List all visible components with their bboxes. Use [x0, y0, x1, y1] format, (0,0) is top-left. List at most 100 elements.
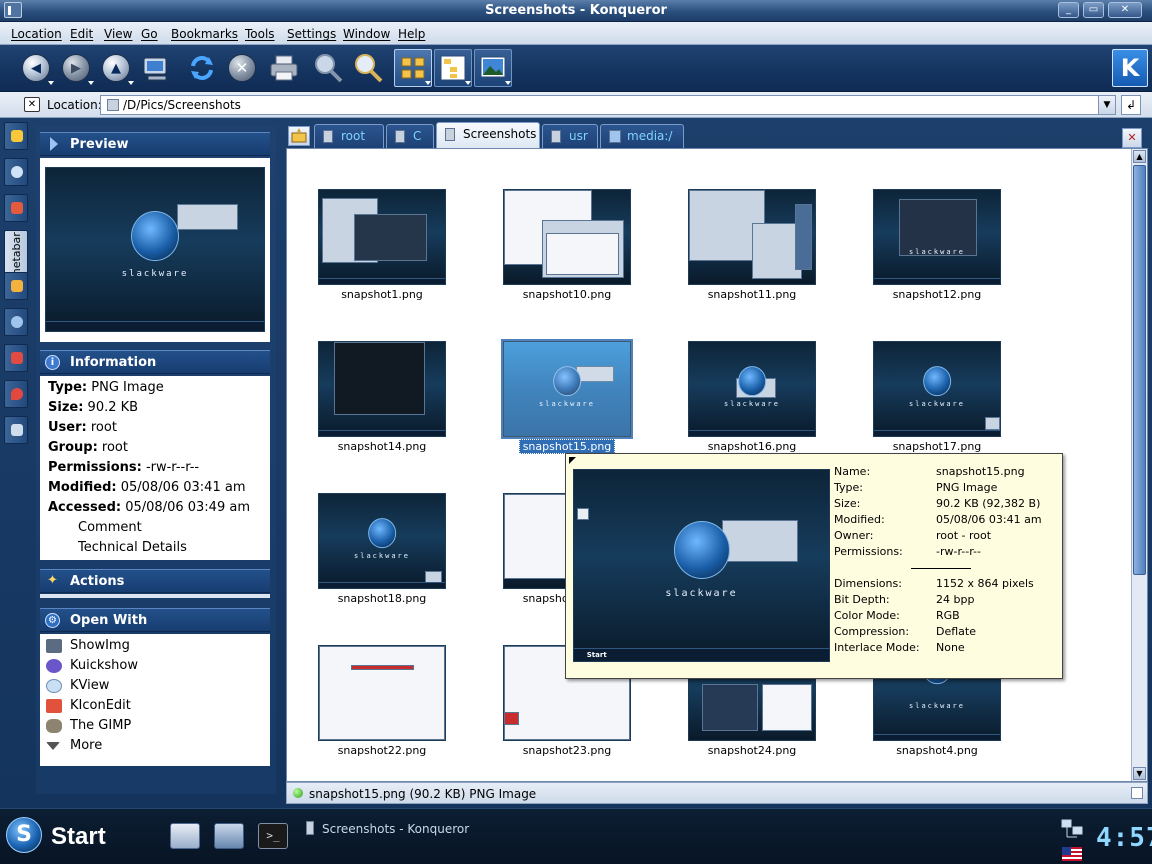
- maximize-button[interactable]: ▭: [1083, 2, 1104, 18]
- menu-location[interactable]: Location: [11, 27, 62, 41]
- tooltip-separator: [911, 568, 971, 569]
- menu-settings[interactable]: Settings: [287, 27, 336, 41]
- file-item[interactable]: snapshot11.png: [667, 189, 837, 329]
- menu-help[interactable]: Help: [398, 27, 425, 41]
- menu-tools[interactable]: Tools: [245, 27, 275, 41]
- actions-header[interactable]: ✦ Actions: [40, 569, 270, 593]
- kiconedit-icon: [46, 699, 62, 713]
- computer-launcher-icon[interactable]: [214, 823, 244, 849]
- terminal-launcher-icon[interactable]: >_: [258, 823, 288, 849]
- taskbar-entry-konqueror[interactable]: Screenshots - Konqueror: [300, 817, 490, 839]
- menu-view[interactable]: View: [104, 27, 132, 41]
- taskbar: S Start >_ Screenshots - Konqueror 4:57: [0, 808, 1152, 864]
- kde-logo-icon[interactable]: K: [1112, 49, 1148, 87]
- new-tab-button[interactable]: [288, 126, 310, 146]
- thumbnail: slackware: [873, 189, 1001, 285]
- tab-media[interactable]: media:/: [600, 124, 684, 148]
- file-item[interactable]: slackware snapshot12.png: [852, 189, 1022, 329]
- sidebar-tab-home[interactable]: [4, 194, 28, 222]
- tab-root[interactable]: root: [314, 124, 384, 148]
- metabar-panel: Preview slackware i Information Type: PN…: [36, 126, 276, 794]
- tab-screenshots[interactable]: Screenshots: [436, 122, 540, 149]
- sidebar-tab-services[interactable]: [4, 272, 28, 300]
- information-title: Information: [70, 355, 157, 370]
- technical-details-link[interactable]: Technical Details: [78, 540, 187, 555]
- minimize-button[interactable]: _: [1058, 2, 1079, 18]
- kview-icon: [46, 679, 62, 693]
- information-header[interactable]: i Information: [40, 350, 270, 374]
- menu-edit[interactable]: Edit: [70, 27, 93, 41]
- menu-bookmarks[interactable]: Bookmarks: [171, 27, 238, 41]
- scroll-thumb[interactable]: [1133, 165, 1146, 575]
- reload-icon: [191, 56, 213, 80]
- sidebar-tab-bookmarks[interactable]: [4, 122, 28, 150]
- icon-view-button[interactable]: [394, 49, 432, 87]
- stop-button[interactable]: ✕: [224, 50, 260, 86]
- open-with-header[interactable]: ⚙ Open With: [40, 608, 270, 632]
- image-view-button[interactable]: [474, 49, 512, 87]
- scroll-up-button[interactable]: ▲: [1133, 150, 1146, 163]
- folder-icon: [107, 99, 119, 111]
- file-item[interactable]: slackware snapshot18.png: [297, 493, 467, 633]
- tab-usr[interactable]: usr: [542, 124, 598, 148]
- tree-view-button[interactable]: [434, 49, 472, 87]
- preview-header[interactable]: Preview: [40, 132, 270, 156]
- main-toolbar: ◀ ▶ ▲ ✕ K: [0, 45, 1152, 92]
- file-item[interactable]: snapshot22.png: [297, 645, 467, 785]
- close-button[interactable]: ✕: [1108, 2, 1142, 18]
- home-computer-icon: [143, 57, 167, 81]
- vertical-scrollbar[interactable]: ▲ ▼: [1131, 149, 1147, 781]
- sidebar-tab-network[interactable]: [4, 308, 28, 336]
- thumbnail: [688, 189, 816, 285]
- info-type: Type: PNG Image: [48, 380, 164, 395]
- star-icon: [11, 130, 23, 142]
- menu-go[interactable]: Go: [141, 27, 158, 41]
- location-history-dropdown[interactable]: ▼: [1098, 95, 1116, 115]
- sidebar-tab-root[interactable]: [4, 416, 28, 444]
- info-accessed: Accessed: 05/08/06 03:49 am: [48, 500, 250, 515]
- sidebar-tab-web[interactable]: [4, 380, 28, 408]
- print-icon: [270, 55, 298, 81]
- konqueror-task-icon: [306, 821, 314, 835]
- tooltip-preview-image: slackware Start: [573, 469, 830, 662]
- up-button[interactable]: ▲: [98, 50, 134, 86]
- thumbnail: slackware: [873, 341, 1001, 437]
- scroll-down-button[interactable]: ▼: [1133, 767, 1146, 780]
- clock[interactable]: 4:57: [1096, 823, 1152, 853]
- sidebar-tab-devices[interactable]: [4, 344, 28, 372]
- thumbnail: [318, 189, 446, 285]
- tab-c[interactable]: C: [386, 124, 434, 148]
- zoom-out-button[interactable]: [310, 50, 346, 86]
- home-folder-launcher-icon[interactable]: [170, 823, 200, 849]
- menu-window[interactable]: Window: [343, 27, 390, 41]
- clear-location-button[interactable]: ✕: [24, 97, 40, 112]
- zoom-in-button[interactable]: [350, 50, 386, 86]
- file-item[interactable]: snapshot14.png: [297, 341, 467, 481]
- keyboard-layout-flag-icon[interactable]: [1062, 847, 1082, 861]
- go-button[interactable]: ↲: [1121, 95, 1141, 115]
- file-item[interactable]: snapshot1.png: [297, 189, 467, 329]
- print-button[interactable]: [266, 50, 302, 86]
- network-tray-icon[interactable]: [1061, 819, 1083, 839]
- window-title: Screenshots - Konqueror: [485, 3, 667, 18]
- info-modified: Modified: 05/08/06 03:41 am: [48, 480, 246, 495]
- menu-bar: Location Edit View Go Bookmarks Tools Se…: [0, 22, 1152, 45]
- close-tab-button[interactable]: ✕: [1122, 128, 1142, 148]
- showimg-icon: [46, 639, 62, 653]
- back-button[interactable]: ◀: [18, 50, 54, 86]
- file-item[interactable]: snapshot10.png: [482, 189, 652, 329]
- sidebar-tab-history[interactable]: [4, 158, 28, 186]
- reload-button[interactable]: [184, 50, 220, 86]
- preview-body: slackware: [40, 158, 270, 342]
- forward-button[interactable]: ▶: [58, 50, 94, 86]
- home-button[interactable]: [138, 50, 174, 86]
- location-input[interactable]: [100, 95, 1116, 115]
- start-button[interactable]: S Start: [0, 813, 145, 861]
- comment-link[interactable]: Comment: [78, 520, 142, 535]
- clock-icon: [11, 166, 23, 178]
- link-view-checkbox[interactable]: [1131, 787, 1143, 799]
- more-arrow-icon: [46, 742, 60, 750]
- info-icon: i: [45, 355, 60, 370]
- preview-title: Preview: [70, 137, 129, 152]
- view-tab-bar: root C Screenshots usr media:/ ✕: [286, 122, 1148, 149]
